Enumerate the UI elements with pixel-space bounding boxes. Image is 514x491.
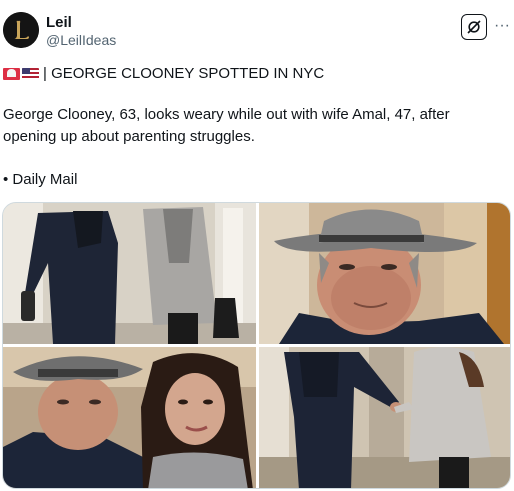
couple-walking-photo[interactable] [3,203,256,344]
author-handle[interactable]: @LeilIdeas [46,32,116,49]
clooney-hat-closeup-photo[interactable] [259,203,510,344]
clooney-and-amal-photo[interactable] [3,347,256,488]
couple-holding-hands-photo[interactable] [259,347,510,488]
tweet-body-line: George Clooney, 63, looks weary while ou… [3,106,450,123]
author-avatar[interactable] [3,12,39,48]
tweet-headline: | GEORGE CLOONEY SPOTTED IN NYC [43,65,325,82]
tweet-header: Leil @LeilIdeas ··· [0,0,514,56]
media-grid [2,202,511,489]
tweet-headline-row: | GEORGE CLOONEY SPOTTED IN NYC [3,64,324,84]
author-name[interactable]: Leil [46,14,72,32]
letter-l-logo-icon [3,12,39,48]
us-flag-icon [22,68,39,80]
more-options-button[interactable]: ··· [492,14,512,38]
tweet-source: • Daily Mail [3,171,78,188]
grok-icon [467,20,481,34]
siren-icon [3,68,20,80]
grok-button[interactable] [461,14,487,40]
tweet-body-line: opening up about parenting struggles. [3,128,255,145]
